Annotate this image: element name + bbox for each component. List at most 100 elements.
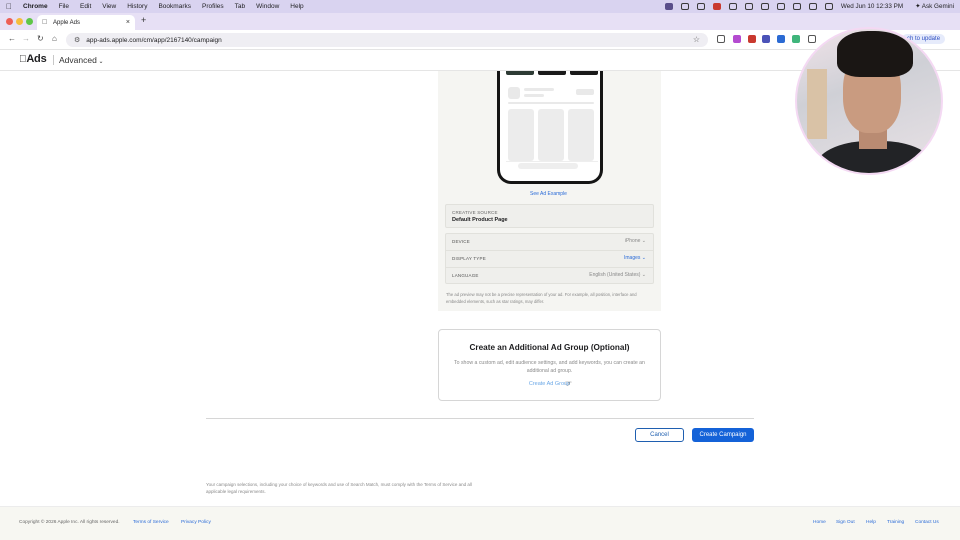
volume-icon[interactable] [760,3,769,10]
footer-terms-link[interactable]: Terms of Service [133,520,169,525]
window-close-icon[interactable] [6,18,13,25]
extensions-puzzle-icon[interactable] [808,35,816,43]
create-ad-group-link[interactable]: Create Ad Group [438,381,661,387]
sparkle-icon: ✦ [915,3,921,10]
chevron-down-icon: ⌄ [96,59,104,65]
home-icon[interactable]: ⌂ [52,34,57,43]
menu-profiles[interactable]: Profiles [202,3,224,10]
clock[interactable]: Wed Jun 10 12:33 PM [841,3,903,10]
address-bar[interactable]: ⚙ app-ads.apple.com/cm/app/2167140/campa… [66,33,708,47]
status-tray: Wed Jun 10 12:33 PM ✦ Ask Gemini [664,3,954,10]
placeholder-screenshot [508,109,534,161]
extension-icon-6[interactable] [792,35,800,43]
placeholder-line [576,89,594,95]
video-icon[interactable] [680,3,689,10]
tab-apple-ads[interactable]:  Apple Ads × [37,15,135,30]
menu-history[interactable]: History [127,3,147,10]
menu-window[interactable]: Window [256,3,279,10]
apple-ads-logo[interactable]: Ads [19,53,47,65]
placeholder-line [508,102,594,104]
webcam-person-hair [837,31,913,77]
cloud-icon[interactable] [744,3,753,10]
creative-source-label: CREATIVE SOURCE [452,210,498,215]
placeholder-line [524,88,554,91]
menu-file[interactable]: File [59,3,69,10]
mode-dropdown[interactable]: Advanced ⌄ [59,55,104,65]
campaign-legal-note: Your campaign selections, including your… [206,482,472,494]
window-icon[interactable] [696,3,705,10]
site-settings-icon[interactable]: ⚙ [74,36,80,44]
language-label: LANGUAGE [452,273,479,278]
create-campaign-button[interactable]: Create Campaign [692,428,754,442]
extension-icon-3[interactable] [748,35,756,43]
language-value: English (United States) [589,272,641,278]
row-divider [446,267,653,268]
placeholder-screenshot [538,109,564,161]
screen-share-icon[interactable] [664,3,673,10]
menu-help[interactable]: Help [290,3,303,10]
webcam-background [807,69,827,139]
extension-icon-1[interactable] [717,35,725,43]
extension-icon-2[interactable] [733,35,741,43]
forward-icon[interactable]: → [22,34,30,43]
section-divider [206,418,754,419]
display-type-dropdown[interactable]: Images ⌄ [624,255,646,261]
copyright-text: Copyright © 2026 Apple Inc. All rights r… [19,520,120,525]
creative-source-box [445,204,654,228]
menu-view[interactable]: View [102,3,116,10]
mode-label: Advanced [59,55,97,65]
bookmark-star-icon[interactable]: ☆ [693,35,700,44]
flag-icon[interactable] [712,3,721,10]
chevron-down-icon: ⌄ [640,255,646,261]
placeholder-screenshot [568,109,594,161]
battery-icon[interactable] [776,3,785,10]
placeholder-line [508,87,520,99]
apple-menu-icon[interactable]:  [6,2,12,11]
new-tab-icon[interactable]: + [141,15,146,25]
footer-training-link[interactable]: Training [887,520,904,525]
screenshot-tile [570,71,598,75]
menu-edit[interactable]: Edit [80,3,91,10]
language-dropdown[interactable]: English (United States) ⌄ [589,272,646,278]
creative-source-value: Default Product Page [452,217,508,223]
phone-search-field [518,163,578,169]
tab-title: Apple Ads [53,19,81,26]
footer-privacy-link[interactable]: Privacy Policy [181,520,211,525]
tab-close-icon[interactable]: × [126,19,130,26]
ask-gemini-button[interactable]: ✦ Ask Gemini [915,3,954,10]
menu-app-name[interactable]: Chrome [23,3,48,10]
extension-icon-5[interactable] [777,35,785,43]
control-center-icon[interactable] [824,3,833,10]
reload-icon[interactable]: ↻ [37,34,44,43]
ads-logo-text: Ads [19,53,46,65]
window-zoom-icon[interactable] [26,18,33,25]
device-label: DEVICE [452,239,470,244]
grid-icon[interactable] [728,3,737,10]
menu-bookmarks[interactable]: Bookmarks [158,3,191,10]
window-minimize-icon[interactable] [16,18,23,25]
screenshot-tile [538,71,566,75]
chevron-down-icon: ⌄ [640,238,646,244]
footer-home-link[interactable]: Home [813,520,826,525]
additional-ad-group-description: To show a custom ad, edit audience setti… [454,360,645,374]
phone-mockup [497,71,603,184]
device-dropdown[interactable]: iPhone ⌄ [625,238,646,244]
footer-contact-link[interactable]: Contact Us [915,520,939,525]
wifi-icon[interactable] [792,3,801,10]
extension-icon-4[interactable] [762,35,770,43]
search-icon[interactable] [808,3,817,10]
url-text: app-ads.apple.com/cm/app/2167140/campaig… [86,36,222,44]
display-type-value: Images [624,255,641,261]
footer-help-link[interactable]: Help [866,520,876,525]
display-type-label: DISPLAY TYPE [452,256,486,261]
menu-tab[interactable]: Tab [235,3,245,10]
additional-ad-group-title: Create an Additional Ad Group (Optional) [469,343,630,352]
preview-disclaimer: The ad preview may not be a precise repr… [446,292,637,304]
pointer-cursor-icon: ☞ [565,379,573,388]
row-divider [446,250,653,251]
footer-sign-out-link[interactable]: Sign Out [836,520,855,525]
device-value: iPhone [624,238,641,244]
see-ad-example-link[interactable]: See Ad Example [530,191,567,197]
cancel-button[interactable]: Cancel [635,428,684,442]
back-icon[interactable]: ← [8,34,16,43]
